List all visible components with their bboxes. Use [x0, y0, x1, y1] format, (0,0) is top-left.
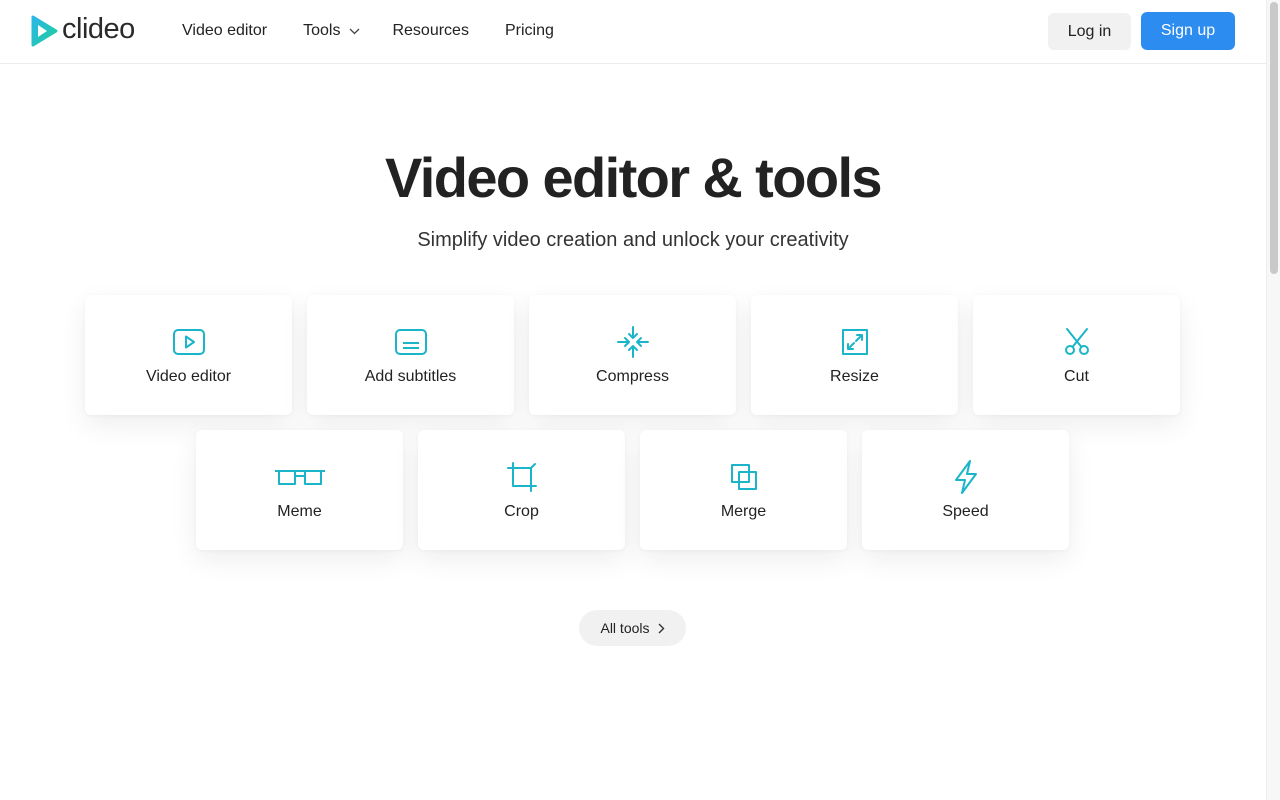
nav-pricing[interactable]: Pricing [505, 21, 554, 41]
tool-label: Meme [277, 503, 322, 520]
tool-label: Cut [1064, 368, 1089, 385]
merge-icon [726, 461, 762, 493]
tool-label: Compress [596, 368, 669, 385]
tool-label: Add subtitles [364, 368, 457, 385]
main-nav: Video editor Tools Resources Pricing [182, 21, 554, 41]
all-tools-button[interactable]: All tools [579, 610, 686, 646]
glasses-icon [274, 461, 326, 493]
nav-resources[interactable]: Resources [392, 21, 468, 41]
nav-video-editor[interactable]: Video editor [182, 21, 267, 41]
resize-icon [837, 326, 873, 358]
scrollbar-thumb[interactable] [1270, 2, 1278, 274]
crop-icon [504, 461, 540, 493]
lightning-icon [948, 460, 984, 494]
tool-label: Resize [830, 368, 879, 385]
all-tools-label: All tools [600, 620, 650, 636]
tool-card-resize[interactable]: Resize [751, 295, 958, 415]
tool-card-add-subtitles[interactable]: Add subtitles [307, 295, 514, 415]
tool-card-video-editor[interactable]: Video editor [85, 295, 292, 415]
logo-play-icon [31, 15, 58, 47]
tool-card-speed[interactable]: Speed [862, 430, 1069, 550]
clideo-logo[interactable]: clideo [30, 15, 135, 47]
tool-label: Merge [720, 503, 767, 520]
login-button[interactable]: Log in [1048, 13, 1131, 50]
subtitles-icon [393, 326, 429, 358]
tool-label: Crop [504, 503, 539, 520]
tool-card-crop[interactable]: Crop [418, 430, 625, 550]
tool-card-compress[interactable]: Compress [529, 295, 736, 415]
scissors-icon [1059, 326, 1095, 358]
tool-card-merge[interactable]: Merge [640, 430, 847, 550]
tool-label: Video editor [145, 368, 232, 385]
signup-button[interactable]: Sign up [1141, 12, 1235, 50]
play-square-icon [171, 326, 207, 358]
page-title: Video editor & tools [385, 146, 883, 209]
tool-card-cut[interactable]: Cut [973, 295, 1180, 415]
logo-text: clideo [62, 13, 135, 45]
page-scrollbar[interactable] [1266, 0, 1280, 800]
site-header: clideo Video editor Tools Resources Pric… [0, 0, 1266, 64]
chevron-down-icon [350, 28, 360, 34]
compress-icon [615, 326, 651, 358]
tool-label: Speed [942, 503, 989, 520]
nav-tools[interactable]: Tools [303, 21, 360, 41]
page-subtitle: Simplify video creation and unlock your … [417, 229, 849, 251]
nav-tools-label: Tools [303, 22, 341, 39]
tool-card-meme[interactable]: Meme [196, 430, 403, 550]
chevron-right-icon [658, 623, 665, 633]
